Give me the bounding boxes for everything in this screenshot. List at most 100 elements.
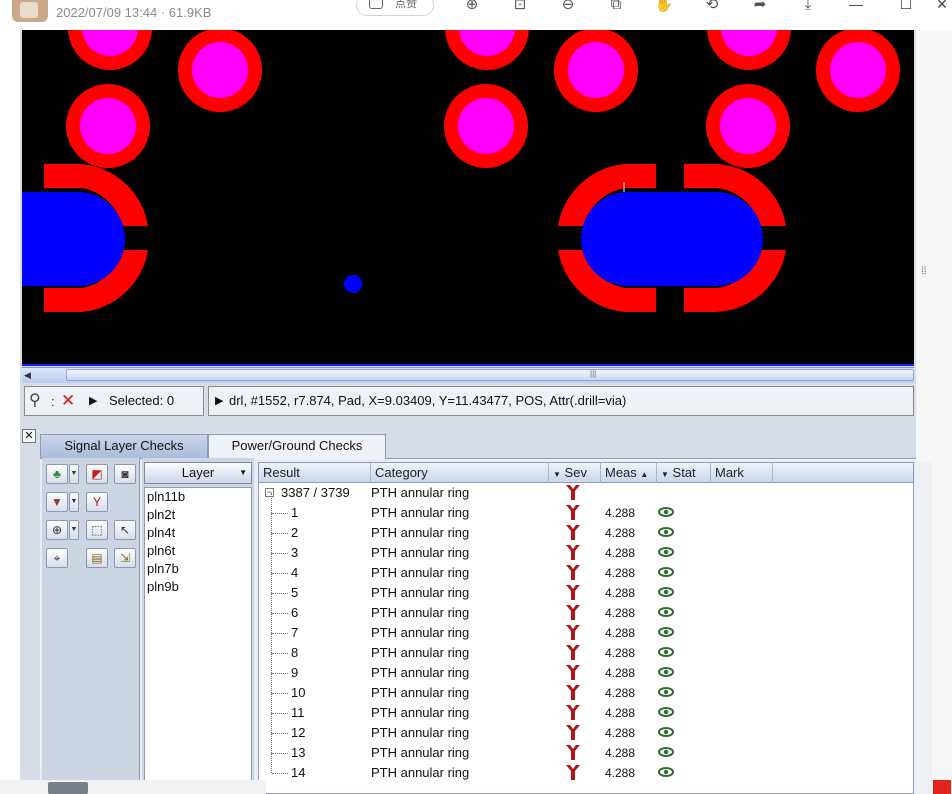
row-result: 14 xyxy=(291,765,306,780)
layer-item[interactable]: pln2t xyxy=(145,506,251,524)
table-row[interactable]: 14 PTH annular ring 4.288 xyxy=(259,753,913,783)
table-row[interactable]: 7 PTH annular ring 4.288 xyxy=(259,613,913,643)
col-header-category[interactable]: Category xyxy=(371,463,549,483)
table-row[interactable]: 3 PTH annular ring 4.288 xyxy=(259,533,913,563)
pointer-button[interactable]: ↖ xyxy=(114,520,136,540)
notification-tab[interactable] xyxy=(933,780,951,794)
eye-icon[interactable] xyxy=(657,604,675,620)
panel-close-button[interactable]: ✕ xyxy=(22,429,36,443)
col-header-stat-label: Stat xyxy=(672,465,696,480)
zoom-in-icon[interactable]: ⊕ xyxy=(462,0,482,14)
scroll-left-icon[interactable]: ◀ xyxy=(24,370,36,381)
eye-icon[interactable] xyxy=(657,764,675,780)
minimize-icon[interactable]: — xyxy=(846,0,866,14)
hand-tool-icon[interactable]: ✋ xyxy=(654,0,674,14)
eye-icon[interactable] xyxy=(657,724,675,740)
severity-filter-button[interactable]: Y xyxy=(86,492,108,512)
table-row[interactable]: 2 PTH annular ring 4.288 xyxy=(259,513,913,543)
col-header-mark[interactable]: Mark xyxy=(711,463,773,483)
snapshot-button[interactable]: ◙ xyxy=(114,464,136,484)
col-header-sev[interactable]: ▼ Sev xyxy=(549,463,601,483)
zoom-out-icon[interactable]: ⊖ xyxy=(558,0,578,14)
table-row[interactable]: 10 PTH annular ring 4.288 xyxy=(259,673,913,703)
pcb-canvas[interactable] xyxy=(22,30,914,366)
share-icon[interactable]: ➦ xyxy=(750,0,770,14)
user-avatar[interactable] xyxy=(12,0,48,22)
table-row[interactable]: 6 PTH annular ring 4.288 xyxy=(259,593,913,623)
layer-item[interactable]: pln4t xyxy=(145,524,251,542)
filter-icon[interactable]: ⚲ xyxy=(29,390,49,412)
expand-info-icon[interactable]: ▶ xyxy=(215,394,223,407)
eye-icon[interactable] xyxy=(657,644,675,660)
maximize-icon[interactable]: ☐ xyxy=(896,0,916,14)
results-vertical-scrollbar[interactable] xyxy=(916,462,932,794)
tab-signal-layer-checks[interactable]: Signal Layer Checks xyxy=(40,434,208,458)
table-row[interactable]: 9 PTH annular ring 4.288 xyxy=(259,653,913,683)
rotate-icon[interactable]: ⟲ xyxy=(702,0,722,14)
table-row[interactable]: 8 PTH annular ring 4.288 xyxy=(259,633,913,663)
row-measurement: 4.288 xyxy=(605,506,636,520)
oval-pad-body xyxy=(22,192,125,286)
add-marker-icon: ⌖ xyxy=(53,551,61,565)
filter-button[interactable]: ▼ xyxy=(46,492,68,512)
add-marker-button[interactable]: ⌖ xyxy=(46,548,68,568)
zoom-button[interactable]: ⊕ xyxy=(46,520,68,540)
select-area-button[interactable]: ⬚ xyxy=(86,520,108,540)
layer-item[interactable]: pln11b xyxy=(145,488,251,506)
oval-pad-right[interactable] xyxy=(558,164,786,312)
table-row[interactable]: 1 PTH annular ring 4.288 xyxy=(259,493,913,523)
download-icon[interactable]: ⤓ xyxy=(798,0,818,14)
collapse-icon[interactable]: − xyxy=(265,488,274,497)
eye-icon[interactable] xyxy=(657,684,675,700)
play-icon[interactable]: ▶ xyxy=(89,394,97,407)
eye-icon[interactable] xyxy=(657,564,675,580)
table-row[interactable]: 12 PTH annular ring 4.288 xyxy=(259,713,913,743)
table-row[interactable]: 5 PTH annular ring 4.288 xyxy=(259,573,913,603)
layer-item[interactable]: pln7b xyxy=(145,560,251,578)
report-icon: ▤ xyxy=(91,551,103,565)
eye-icon[interactable] xyxy=(657,744,675,760)
filter-dropdown[interactable]: ▼ xyxy=(69,492,79,512)
table-row[interactable]: 11 PTH annular ring 4.288 xyxy=(259,693,913,723)
arrow-pointer-icon: ↖ xyxy=(119,523,131,537)
tree-connector xyxy=(271,653,272,673)
fit-window-icon[interactable]: ⧉ xyxy=(606,0,626,14)
table-row[interactable]: 13 PTH annular ring 4.288 xyxy=(259,733,913,763)
eye-icon[interactable] xyxy=(657,624,675,640)
eye-icon[interactable] xyxy=(657,664,675,680)
clear-selection-icon[interactable]: ✕ xyxy=(61,391,75,411)
row-result: 5 xyxy=(291,585,299,600)
tab-power-ground-checks[interactable]: Power/Ground Checks xyxy=(208,434,386,459)
close-window-icon[interactable]: ✕ xyxy=(932,0,952,14)
layer-item[interactable]: pln6t xyxy=(145,542,251,560)
eye-icon[interactable] xyxy=(657,504,675,520)
chat-avatar[interactable] xyxy=(48,782,88,794)
layer-item[interactable]: pln9b xyxy=(145,578,251,596)
eye-icon[interactable] xyxy=(657,524,675,540)
eye-icon[interactable] xyxy=(657,584,675,600)
eye-icon[interactable] xyxy=(657,544,675,560)
col-header-meas[interactable]: Meas ▲ xyxy=(601,463,657,483)
drill-hit[interactable] xyxy=(344,275,362,293)
col-header-result[interactable]: Result xyxy=(259,463,371,483)
tree-filter-button[interactable]: ♣ xyxy=(46,464,68,484)
zoom-dropdown[interactable]: ▼ xyxy=(69,520,79,540)
like-button-label: 点赞 xyxy=(395,0,417,10)
canvas-horizontal-scrollbar[interactable]: ◀ ||| xyxy=(22,367,914,383)
eye-icon[interactable] xyxy=(657,704,675,720)
col-header-stat[interactable]: ▼ Stat xyxy=(657,463,711,483)
table-row[interactable]: 4 PTH annular ring 4.288 xyxy=(259,553,913,583)
resize-grip-icon[interactable]: ⁞⁞ xyxy=(921,266,927,277)
layer-dropdown[interactable]: Layer ▼ xyxy=(144,462,252,484)
tree-connector xyxy=(272,553,288,554)
report-button[interactable]: ▤ xyxy=(86,548,108,568)
like-button[interactable]: 点赞 xyxy=(356,0,434,16)
export-button[interactable]: ⇲ xyxy=(114,548,136,568)
results-root-row[interactable]: − 3387 / 3739 PTH annular ring xyxy=(259,483,913,503)
oval-pad-left[interactable] xyxy=(22,164,148,312)
results-header: Result Category ▼ Sev Meas ▲ ▼ Stat Mark xyxy=(259,463,913,483)
highlight-button[interactable]: ◩ xyxy=(86,464,108,484)
actual-size-icon[interactable]: ⊡ xyxy=(510,0,530,14)
tree-filter-dropdown[interactable]: ▼ xyxy=(69,464,79,484)
scrollbar-thumb[interactable] xyxy=(66,369,914,381)
